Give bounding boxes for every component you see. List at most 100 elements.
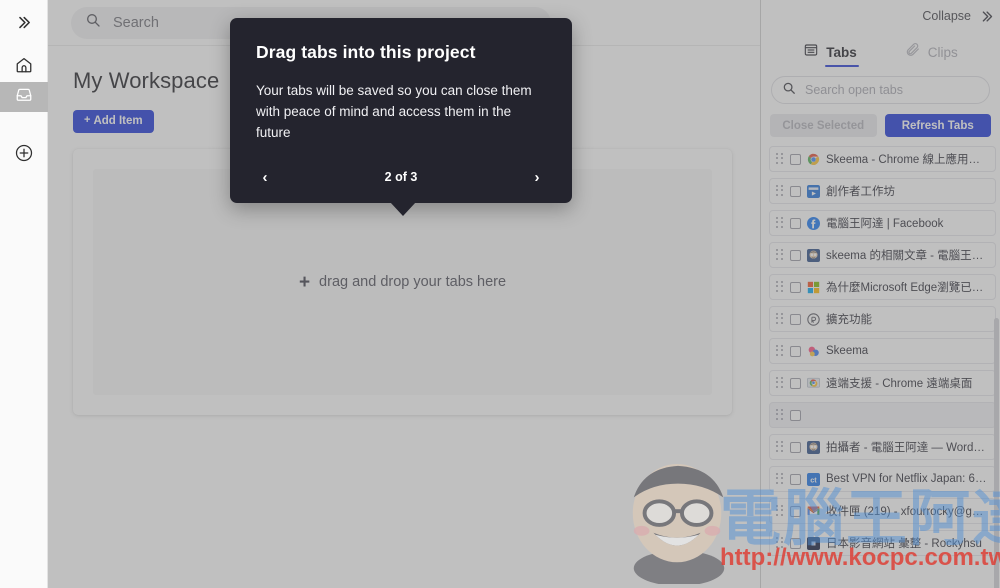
tab-tabs-label: Tabs <box>826 45 857 60</box>
expand-rail-button[interactable] <box>0 10 48 40</box>
tab-checkbox[interactable] <box>790 505 801 517</box>
tab-title: Skeema - Chrome 線上應用程... <box>826 154 989 166</box>
drag-handle-icon[interactable] <box>776 184 785 198</box>
favicon-gmail <box>807 505 820 518</box>
sidebar-item-add[interactable] <box>0 140 48 170</box>
left-rail <box>0 0 48 588</box>
app-root: Search My Workspace + Add Item + drag an… <box>0 0 1000 588</box>
tab-title: 遠端支援 - Chrome 遠端桌面 <box>826 378 973 390</box>
tab-row[interactable]: 收件匣 (219) - xfourrocky@gm... <box>769 498 996 524</box>
tab-row[interactable]: 創作者工作坊 <box>769 178 996 204</box>
favicon-extensions <box>807 312 820 326</box>
favicon-kocpc <box>807 248 820 262</box>
tab-checkbox[interactable] <box>790 313 801 325</box>
tab-checkbox[interactable] <box>790 185 801 197</box>
sidebar-item-home[interactable] <box>0 52 48 82</box>
tab-title: 創作者工作坊 <box>826 186 895 198</box>
tab-clips-label: Clips <box>927 45 958 60</box>
tab-title: 日本影音網站 彙整 - Rockyhsu <box>826 538 982 550</box>
drag-handle-icon[interactable] <box>776 504 785 518</box>
coachmark-popover: Drag tabs into this project Your tabs wi… <box>230 18 572 216</box>
tab-checkbox[interactable] <box>790 153 801 165</box>
tab-checkbox[interactable] <box>790 441 801 453</box>
open-tabs-search-input[interactable]: Search open tabs <box>771 76 990 104</box>
drag-handle-icon[interactable] <box>776 440 785 454</box>
tab-row[interactable] <box>769 402 996 428</box>
tab-title: 擴充功能 <box>826 314 872 326</box>
tab-clips[interactable]: Clips <box>905 42 958 67</box>
tab-tabs[interactable]: Tabs <box>803 42 859 67</box>
sidebar-item-inbox[interactable] <box>0 82 48 112</box>
dropzone-label: drag and drop your tabs here <box>319 274 507 290</box>
drag-handle-icon[interactable] <box>776 536 785 550</box>
panel-collapse-row: Collapse <box>761 0 1000 32</box>
coachmark-counter: 2 of 3 <box>384 170 418 185</box>
tab-title: 拍攝者 - 電腦王阿達 — WordPr... <box>826 442 989 454</box>
tab-title: skeema 的相關文章 - 電腦王阿達 <box>826 250 989 262</box>
drag-handle-icon[interactable] <box>776 312 785 326</box>
plus-icon: + <box>298 271 311 293</box>
tab-row[interactable]: skeema 的相關文章 - 電腦王阿達 <box>769 242 996 268</box>
inbox-tray-icon <box>15 86 33 109</box>
favicon-chrome-webstore <box>807 153 820 166</box>
tab-row[interactable]: 遠端支援 - Chrome 遠端桌面 <box>769 370 996 396</box>
favicon-ct-blue: ct <box>807 472 820 486</box>
tab-checkbox[interactable] <box>790 249 801 261</box>
open-tabs-search-placeholder: Search open tabs <box>805 83 903 97</box>
tab-checkbox[interactable] <box>790 377 801 389</box>
drag-handle-icon[interactable] <box>776 248 785 262</box>
coachmark-nav: ‹ 2 of 3 › <box>256 170 546 185</box>
tab-checkbox[interactable] <box>790 217 801 229</box>
collapse-button[interactable]: Collapse <box>922 9 971 23</box>
tab-row[interactable]: 為什麼Microsoft Edge瀏覽已安... <box>769 274 996 300</box>
tab-checkbox[interactable] <box>790 473 801 485</box>
drag-handle-icon[interactable] <box>776 408 785 422</box>
favicon-microsoft <box>807 281 820 294</box>
tab-title: Skeema <box>826 345 869 357</box>
search-icon <box>782 81 796 100</box>
favicon-facebook <box>807 216 820 230</box>
plus-glyph: + <box>84 114 91 126</box>
chevrons-right-icon <box>15 14 32 36</box>
coachmark-next-button[interactable]: › <box>528 170 546 185</box>
drag-handle-icon[interactable] <box>776 376 785 390</box>
coachmark-prev-button[interactable]: ‹ <box>256 170 274 185</box>
tab-row[interactable]: 日本影音網站 彙整 - Rockyhsu <box>769 530 996 556</box>
tab-title: 電腦王阿達 | Facebook <box>826 218 944 230</box>
favicon-chrome-remote-desktop <box>807 377 820 390</box>
add-item-button[interactable]: + Add Item <box>73 110 154 133</box>
drag-handle-icon[interactable] <box>776 152 785 166</box>
panel-action-row: Close Selected Refresh Tabs <box>770 114 991 137</box>
tabs-window-icon <box>803 42 819 63</box>
favicon-dark-square <box>807 536 820 550</box>
tab-checkbox[interactable] <box>790 281 801 293</box>
tab-row[interactable]: Skeema - Chrome 線上應用程... <box>769 146 996 172</box>
tab-row[interactable]: ct Best VPN for Netflix Japan: 6 Sti... <box>769 466 996 492</box>
open-tabs-panel: Collapse Tabs Clips Search open tabs Clo… <box>760 0 1000 588</box>
tab-title: Best VPN for Netflix Japan: 6 Sti... <box>826 473 989 485</box>
close-selected-button[interactable]: Close Selected <box>770 114 877 137</box>
plus-circle-icon <box>14 143 34 168</box>
panel-tab-bar: Tabs Clips <box>761 32 1000 68</box>
favicon-creator-studio <box>807 184 820 198</box>
drag-handle-icon[interactable] <box>776 216 785 230</box>
favicon-kocpc <box>807 440 820 454</box>
drag-handle-icon[interactable] <box>776 280 785 294</box>
tab-checkbox[interactable] <box>790 409 801 421</box>
tab-checkbox[interactable] <box>790 537 801 549</box>
tab-row[interactable]: Skeema <box>769 338 996 364</box>
dropzone-inner: + drag and drop your tabs here <box>299 273 506 292</box>
chevrons-right-icon[interactable] <box>979 9 994 24</box>
coachmark-title: Drag tabs into this project <box>256 42 476 62</box>
drag-handle-icon[interactable] <box>776 472 785 486</box>
refresh-tabs-button[interactable]: Refresh Tabs <box>884 114 991 137</box>
tab-row[interactable]: 電腦王阿達 | Facebook <box>769 210 996 236</box>
drag-handle-icon[interactable] <box>776 344 785 358</box>
search-placeholder: Search <box>113 14 159 31</box>
panel-scrollbar-thumb[interactable] <box>994 318 999 588</box>
tab-row[interactable]: 拍攝者 - 電腦王阿達 — WordPr... <box>769 434 996 460</box>
open-tabs-list[interactable]: Skeema - Chrome 線上應用程... 創作者工作坊電腦王阿達 | Fa… <box>761 146 1000 588</box>
tab-checkbox[interactable] <box>790 345 801 357</box>
favicon-skeema <box>807 345 820 358</box>
tab-row[interactable]: 擴充功能 <box>769 306 996 332</box>
